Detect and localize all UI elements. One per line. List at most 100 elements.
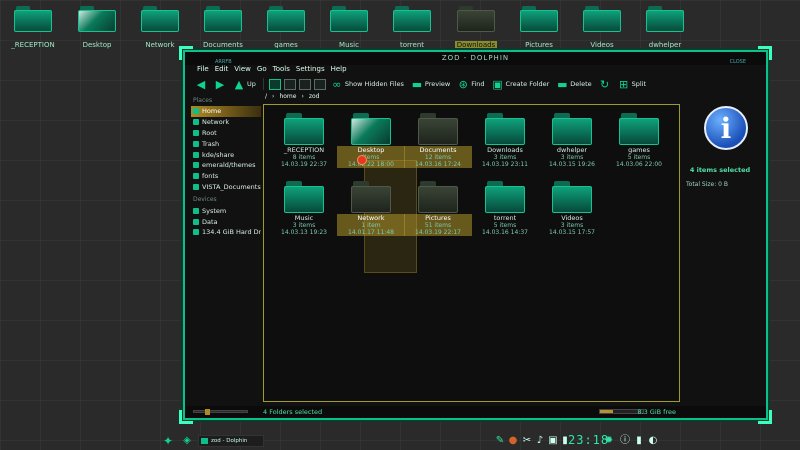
forward-button[interactable]: ▶ (212, 77, 228, 91)
folder-icon (204, 6, 242, 32)
breadcrumb-home[interactable]: home (279, 93, 296, 103)
folder-item-music[interactable]: Music 3 items 14.03.13 19:23 (270, 181, 338, 236)
desktop-icon-torrent[interactable]: torrent (379, 6, 445, 51)
desktop-icon-reception[interactable]: _RECEPTION (0, 6, 66, 51)
folder-item-dwhelper[interactable]: dwhelper 3 items 14.03.15 19:26 (538, 113, 606, 168)
task-dolphin[interactable]: zod - Dolphin (198, 435, 264, 447)
reload-button[interactable]: ↻ (597, 77, 613, 91)
status-text: 4 Folders selected (263, 408, 323, 416)
find-button[interactable]: ⊛ Find (455, 77, 486, 91)
menu-view[interactable]: View (234, 65, 251, 76)
drive-icon (193, 218, 199, 225)
sidebar-item-trash[interactable]: Trash (191, 138, 261, 149)
home-icon (193, 108, 199, 115)
sidebar-item-home[interactable]: Home (191, 106, 261, 117)
sidebar-item-vista-documents[interactable]: VISTA_Documents (191, 182, 261, 193)
menu-tools[interactable]: Tools (273, 65, 290, 76)
menu-edit[interactable]: Edit (215, 65, 229, 76)
logout-icon[interactable]: ◐ (647, 434, 659, 448)
icons-view-button[interactable] (268, 78, 281, 90)
menu-settings[interactable]: Settings (296, 65, 325, 76)
sidebar-item-label: kde/share (202, 150, 235, 159)
sidebar-item-data[interactable]: Data (191, 216, 261, 227)
preview-label: Preview (424, 80, 451, 88)
desktop-icon-videos[interactable]: Videos (569, 6, 635, 51)
item-count: 12 items (404, 154, 472, 161)
desktop-icon-pictures[interactable]: Pictures (506, 6, 572, 51)
up-label: Up (247, 80, 256, 88)
taskbar: ✦ ◈ zod - Dolphin ✎ ● ✂ ♪ ▣ ▮ 23:18 ✹ ⓘ … (0, 432, 800, 450)
selection-toggle-icon[interactable] (357, 155, 367, 165)
columns-view-button[interactable] (298, 78, 311, 90)
folder-icon (267, 6, 305, 32)
scissors-icon[interactable]: ✂ (521, 434, 533, 448)
kickoff-menu-icon[interactable]: ✦ (161, 434, 175, 448)
trash-icon (193, 140, 199, 147)
folder-icon (78, 6, 116, 32)
breadcrumb-root[interactable]: / (265, 93, 267, 103)
info-tray-icon[interactable]: ⓘ (619, 434, 631, 448)
sidebar-item-kde-share[interactable]: kde/share (191, 149, 261, 160)
folder-icon (520, 6, 558, 32)
sidebar-item-emerald-themes[interactable]: emerald/themes (191, 160, 261, 171)
sidebar-item-label: Home (202, 107, 222, 116)
desktop-icon-dwhelper[interactable]: dwhelper (632, 6, 698, 51)
item-name: dwhelper (556, 146, 588, 154)
title-bar[interactable]: ARRFB ZOD - DOLPHIN CLOSE (185, 52, 766, 65)
item-date: 14.03.16 14:37 (482, 229, 528, 236)
status-dot-icon[interactable]: ● (507, 434, 519, 448)
usb-icon[interactable]: ▣ (547, 434, 559, 448)
sidebar-item-label: 134.4 GiB Hard Dr (202, 228, 261, 237)
desktop-icon-desktop[interactable]: Desktop (64, 6, 130, 51)
volume-icon[interactable]: ♪ (534, 434, 546, 448)
sidebar-item-network[interactable]: Network (191, 117, 261, 128)
item-name: Music (294, 214, 314, 222)
menu-go[interactable]: Go (257, 65, 267, 76)
sidebar-item-fonts[interactable]: fonts (191, 171, 261, 182)
info-selection-title: 4 items selected (689, 166, 751, 174)
sidebar-item-hard-drive[interactable]: 134.4 GiB Hard Dr (191, 227, 261, 238)
show-desktop-icon[interactable]: ◈ (181, 435, 193, 447)
pen-icon[interactable]: ✎ (494, 434, 506, 448)
delete-button[interactable]: ▬ Delete (554, 77, 593, 91)
zoom-slider-handle[interactable] (204, 409, 210, 415)
split-view-button[interactable] (313, 78, 326, 90)
folder-item-games[interactable]: games 5 items 14.03.06 22:00 (605, 113, 673, 168)
file-view[interactable]: _RECEPTION 8 items 14.03.19 22:37 Deskto… (263, 104, 680, 402)
folder-item-desktop[interactable]: Desktop items 14.02.22 18:00 (337, 113, 405, 168)
arrow-left-icon: ◀ (196, 77, 206, 91)
folder-item-videos[interactable]: Videos 3 items 14.03.15 17:57 (538, 181, 606, 236)
desktop-icon-documents[interactable]: Documents (190, 6, 256, 51)
desktop-icon-downloads[interactable]: Downloads (443, 6, 509, 51)
folder-item-reception[interactable]: _RECEPTION 8 items 14.03.19 22:37 (270, 113, 338, 168)
preview-button[interactable]: ▬ Preview (409, 77, 452, 91)
item-name: Videos (561, 214, 583, 222)
zoom-slider[interactable] (193, 409, 248, 415)
folder-item-downloads[interactable]: Downloads 3 items 14.03.19 23:11 (471, 113, 539, 168)
folder-item-documents[interactable]: Documents 12 items 14.03.16 17:24 (404, 113, 472, 168)
back-button[interactable]: ◀ (193, 77, 209, 91)
sidebar-item-system[interactable]: System (191, 205, 261, 216)
gear-icon[interactable]: ✹ (603, 434, 615, 448)
lock-icon[interactable]: ▮ (633, 434, 645, 448)
sidebar-item-root[interactable]: Root (191, 128, 261, 139)
info-total-size: Total Size: 0 B (686, 181, 729, 188)
details-view-button[interactable] (283, 78, 296, 90)
folder-item-pictures[interactable]: Pictures 51 items 14.03.19 22:17 (404, 181, 472, 236)
menu-help[interactable]: Help (331, 65, 347, 76)
folder-item-torrent[interactable]: torrent 5 items 14.03.16 14:37 (471, 181, 539, 236)
up-button[interactable]: ▲ Up (231, 77, 258, 91)
folder-icon (351, 113, 391, 145)
folder-icon (552, 181, 592, 213)
create-folder-button[interactable]: ▣ Create Folder (490, 77, 552, 91)
show-hidden-files-button[interactable]: ∞ Show Hidden Files (329, 77, 406, 91)
desktop-icon-music[interactable]: Music (316, 6, 382, 51)
show-hidden-label: Show Hidden Files (344, 80, 404, 88)
desktop-icon-network[interactable]: Network (127, 6, 193, 51)
desktop-icon-games[interactable]: games (253, 6, 319, 51)
folder-item-network[interactable]: Network 1 item 14.01.17 11:48 (337, 181, 405, 236)
split-button[interactable]: ⊞ Split (616, 77, 648, 91)
breadcrumb-zod[interactable]: zod (309, 93, 320, 103)
delete-label: Delete (570, 80, 592, 88)
menu-file[interactable]: File (197, 65, 209, 76)
